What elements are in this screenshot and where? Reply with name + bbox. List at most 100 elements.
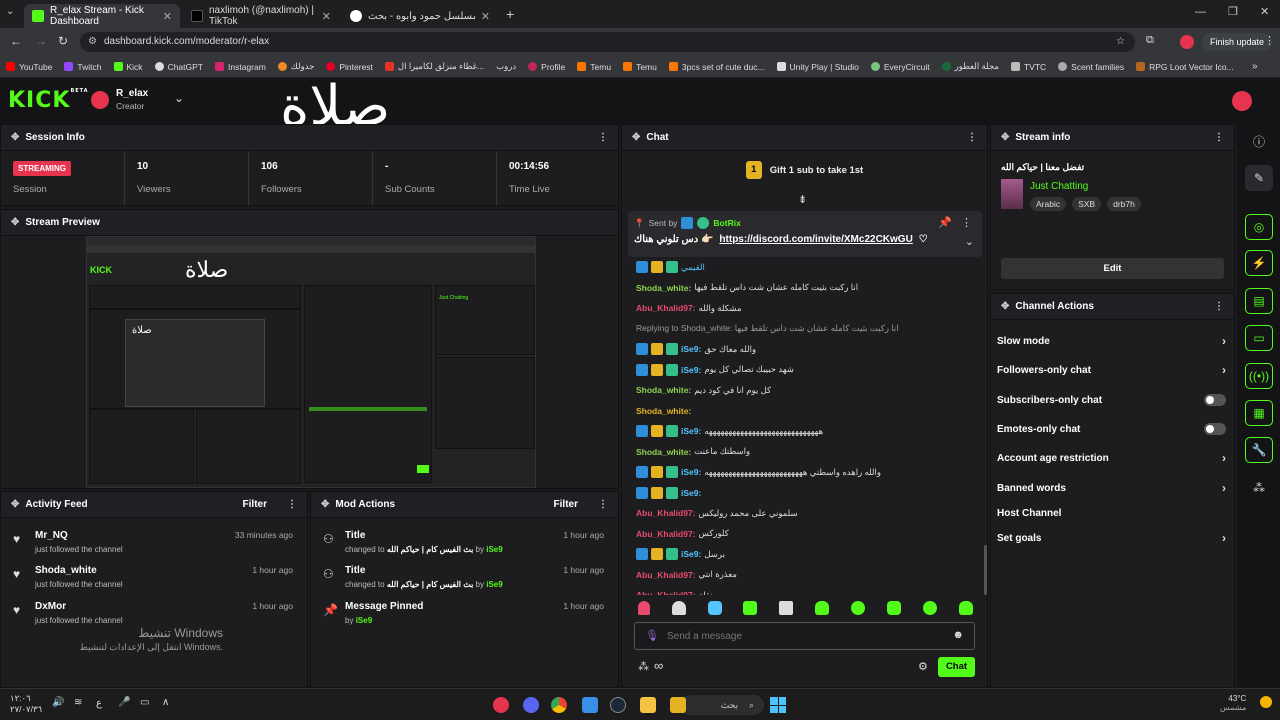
chat-username[interactable]: Shoda_white: <box>636 406 691 416</box>
chat-message[interactable]: Shoda_white: <box>636 403 973 419</box>
window-restore-button[interactable]: ❐ <box>1228 5 1238 18</box>
more-options-icon[interactable]: ⋮ <box>598 499 608 510</box>
bookmark-item[interactable]: Temu <box>577 62 611 72</box>
bookmark-item[interactable]: مجلة العطور <box>941 61 999 72</box>
wifi-icon[interactable]: ≋ <box>74 697 82 708</box>
bookmark-item[interactable]: غطاء منزلق لكاميرا ال... <box>384 61 484 72</box>
action-set-goals[interactable]: Set goals › <box>997 529 1226 547</box>
emote-frog-icon[interactable] <box>815 601 829 615</box>
drag-handle-icon[interactable]: ✥ <box>11 217 19 228</box>
bookmark-star-icon[interactable]: ☆ <box>1116 32 1125 52</box>
chat-message[interactable]: Shoda_white: كل يوم انا في كود ديم <box>636 382 973 398</box>
chat-message[interactable]: Abu_Khalid97: سلموني على محمد روليكس <box>636 505 973 521</box>
more-options-icon[interactable]: ⋮ <box>1214 301 1224 312</box>
send-chat-button[interactable]: Chat <box>938 657 975 677</box>
chat-username[interactable]: Abu_Khalid97: <box>636 303 696 313</box>
tab-google[interactable]: مسلسل حمود وابوه - بحث Google ✕ <box>342 4 498 28</box>
chat-message[interactable]: Abu_Khalid97: معذرة انتي <box>636 567 973 583</box>
chat-settings-icon[interactable]: ⚙ <box>918 660 928 673</box>
emote-skull-icon[interactable] <box>923 601 937 615</box>
action-banned-words[interactable]: Banned words › <box>997 479 1226 497</box>
broadcast-icon[interactable]: ((•)) <box>1245 363 1273 389</box>
emote-ball-icon[interactable] <box>851 601 865 615</box>
bookmark-item[interactable]: ChatGPT <box>154 62 203 72</box>
extensions-icon[interactable]: ⧉ <box>1146 34 1154 47</box>
forward-button[interactable]: → <box>35 34 47 48</box>
expand-chevron-icon[interactable]: ⌄ <box>965 235 974 248</box>
language-indicator[interactable]: ع <box>96 698 102 709</box>
layout-icon[interactable]: ▦ <box>1245 400 1273 426</box>
chat-username[interactable]: iSe9: <box>681 344 701 354</box>
filter-button[interactable]: Filter <box>243 499 267 510</box>
bookmark-item[interactable]: RPG Loot Vector Ico... <box>1136 62 1234 72</box>
follower-name[interactable]: DxMor <box>35 601 66 612</box>
tag-chip[interactable]: drb7h <box>1107 197 1141 211</box>
emote-rocket-icon[interactable] <box>638 601 650 615</box>
action-account-age-restriction[interactable]: Account age restriction › <box>997 449 1226 467</box>
tag-chip[interactable]: Arabic <box>1030 197 1067 211</box>
chat-message[interactable]: iSe9: شهد حبيبك تصالي كل يوم <box>636 362 973 378</box>
target-icon[interactable]: ◎ <box>1245 214 1273 240</box>
category-name[interactable]: Just Chatting <box>1030 181 1088 192</box>
chat-message[interactable]: iSe9: والله راهده واسطتي هههههههههههههههه… <box>636 464 973 480</box>
emotes-only-toggle[interactable] <box>1204 423 1226 435</box>
channel-avatar[interactable] <box>91 91 109 109</box>
chat-username[interactable]: iSe9: <box>681 365 701 375</box>
chat-username[interactable]: Abu_Khalid97: <box>636 590 696 595</box>
tray-chevron-icon[interactable]: ∧ <box>162 697 169 708</box>
tab-kick-dashboard[interactable]: R_elax Stream - Kick Dashboard ✕ <box>24 4 180 28</box>
close-icon[interactable]: ✕ <box>322 10 331 23</box>
more-options-icon[interactable]: ⋮ <box>1214 132 1224 143</box>
document-icon[interactable]: ▤ <box>1245 288 1273 314</box>
bookmark-item[interactable]: Instagram <box>215 62 266 72</box>
chat-message[interactable]: iSe9: هههههههههههههههههههههههههههههه <box>636 423 973 439</box>
chat-message[interactable]: Shoda_white: انا ركبت بثيت كامله عشان شت … <box>636 280 973 296</box>
chat-username[interactable]: Abu_Khalid97: <box>636 508 696 518</box>
gift-sub-banner[interactable]: 1 Gift 1 sub to take 1st <box>622 161 987 179</box>
chat-input-box[interactable]: 🎙 ☻ <box>634 622 975 650</box>
pinned-link[interactable]: https://discord.com/invite/XMc22CKwGU <box>719 234 912 245</box>
more-options-icon[interactable]: ⋮ <box>967 132 977 143</box>
close-icon[interactable]: ✕ <box>481 10 490 23</box>
bookmark-item[interactable]: Pinterest <box>326 62 373 72</box>
chat-message[interactable]: Replying to Shoda_white: انا ركبت بثيت ك… <box>636 321 973 337</box>
follower-name[interactable]: Mr_NQ <box>35 530 68 541</box>
chat-message[interactable]: Abu_Khalid97: مو منقلة <box>636 587 973 596</box>
bookmark-item[interactable]: Temu <box>623 62 657 72</box>
browser-menu-icon[interactable]: ⋮ <box>1264 34 1275 47</box>
drag-handle-icon[interactable]: ✥ <box>632 132 640 143</box>
tab-search-icon[interactable]: ⌄ <box>6 6 14 17</box>
edit-pencil-icon[interactable]: ✎ <box>1245 165 1273 191</box>
chat-users-icon[interactable]: ⁂ <box>638 660 649 673</box>
emoji-picker-icon[interactable]: ☻ <box>952 629 964 641</box>
bookmark-item[interactable]: Twitch <box>64 62 102 72</box>
chat-bubble-icon[interactable]: ▭ <box>1245 325 1273 351</box>
new-tab-button[interactable]: + <box>506 6 514 22</box>
bookmark-item[interactable]: Unity Play | Studio <box>776 62 859 72</box>
drag-handle-icon[interactable]: ✥ <box>1001 132 1009 143</box>
bookmark-item[interactable]: دروب <box>496 61 516 72</box>
message-input[interactable] <box>667 628 937 644</box>
store-icon[interactable] <box>582 697 598 713</box>
unpin-icon[interactable]: 📌 <box>938 216 952 229</box>
action-followers-only-chat[interactable]: Followers-only chat › <box>997 361 1226 379</box>
pinned-user[interactable]: BotRix <box>713 218 740 228</box>
chat-message[interactable]: Shoda_white: واسطتك ماعنت <box>636 444 973 460</box>
bookmark-item[interactable]: Profile <box>528 62 565 72</box>
chat-username[interactable]: iSe9: <box>681 467 701 477</box>
wrench-icon[interactable]: 🔧 <box>1245 437 1273 463</box>
bookmark-item[interactable]: TVTC <box>1010 62 1046 72</box>
bookmark-item[interactable]: EveryCircuit <box>870 62 930 72</box>
file-explorer-icon[interactable] <box>640 697 656 713</box>
bookmark-item[interactable]: Kick <box>113 62 143 72</box>
lightning-icon[interactable]: ⚡ <box>1245 250 1273 276</box>
volume-icon[interactable]: 🔊 <box>52 697 64 708</box>
more-options-icon[interactable]: ⋮ <box>287 499 297 510</box>
weather-widget[interactable]: 43°C مشمس <box>1220 694 1246 712</box>
start-button[interactable] <box>770 697 786 713</box>
steam-icon[interactable] <box>610 697 626 713</box>
chat-message[interactable]: iSe9: <box>636 485 973 501</box>
community-icon[interactable]: ⁂ <box>1245 475 1273 501</box>
chat-username[interactable]: iSe9: <box>681 426 701 436</box>
info-icon[interactable]: ⓘ <box>1245 128 1273 154</box>
